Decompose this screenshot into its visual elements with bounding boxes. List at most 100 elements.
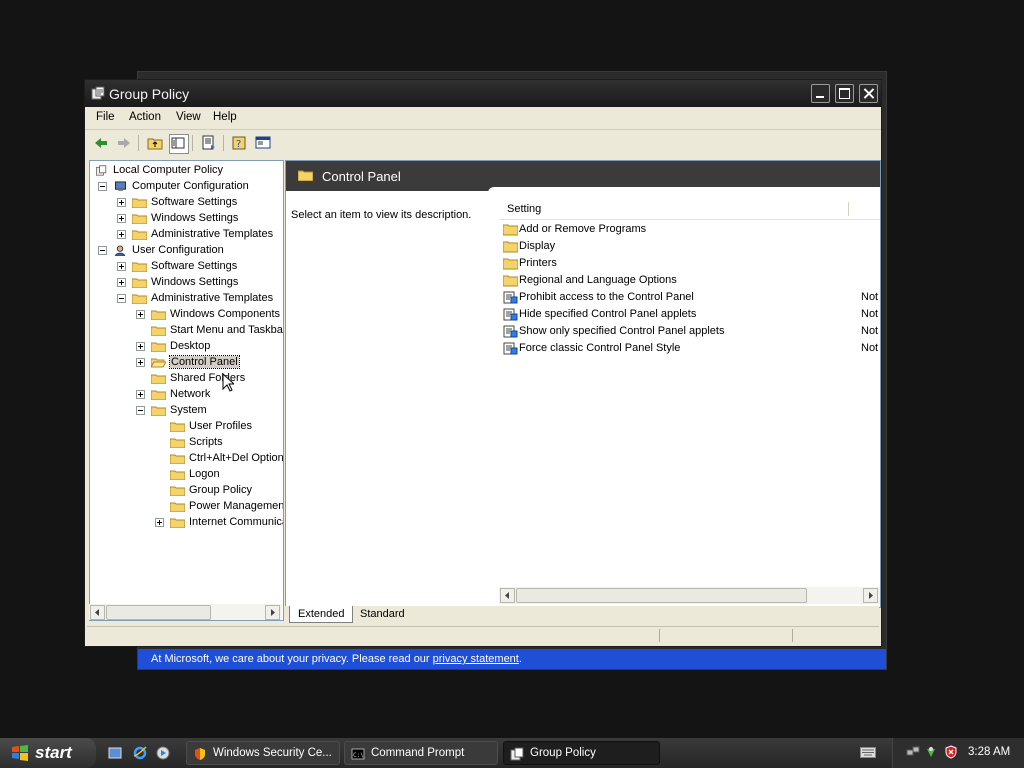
column-divider[interactable] bbox=[848, 202, 849, 216]
expand-icon[interactable] bbox=[136, 310, 145, 319]
settings-row-label: Hide specified Control Panel applets bbox=[519, 308, 697, 320]
tree-pane: Local Computer Policy Computer Configura… bbox=[89, 160, 284, 621]
list-area-corner bbox=[488, 187, 880, 197]
internet-explorer-icon[interactable] bbox=[132, 745, 148, 761]
export-list-icon[interactable] bbox=[200, 134, 218, 152]
settings-row-state: Not bbox=[861, 308, 879, 320]
start-button[interactable]: start bbox=[0, 738, 96, 768]
start-label: start bbox=[35, 743, 72, 762]
media-player-icon[interactable] bbox=[155, 745, 171, 761]
collapse-icon[interactable] bbox=[117, 294, 126, 303]
scroll-left-icon[interactable] bbox=[500, 588, 515, 603]
expand-icon[interactable] bbox=[117, 230, 126, 239]
scroll-thumb[interactable] bbox=[516, 588, 807, 603]
folder-icon bbox=[298, 170, 313, 181]
tree-label: Group Policy bbox=[189, 484, 252, 496]
folder-icon bbox=[151, 342, 166, 352]
open-folder-icon bbox=[151, 358, 166, 368]
back-arrow-icon[interactable] bbox=[92, 134, 110, 152]
menu-file[interactable]: File bbox=[96, 111, 115, 123]
settings-row-state: Not bbox=[861, 325, 879, 337]
task-label: Group Policy bbox=[530, 747, 596, 759]
task-windows-security-center[interactable]: Windows Security Ce... bbox=[186, 741, 340, 765]
expand-icon[interactable] bbox=[117, 198, 126, 207]
privacy-statement-link[interactable]: privacy statement bbox=[433, 653, 519, 665]
scroll-left-icon[interactable] bbox=[90, 605, 105, 620]
maximize-button[interactable] bbox=[835, 84, 854, 103]
tree-label: Logon bbox=[189, 468, 220, 480]
list-horizontal-scrollbar[interactable] bbox=[499, 587, 880, 604]
forward-arrow-icon[interactable] bbox=[115, 134, 133, 152]
settings-row-state: Not bbox=[861, 342, 879, 354]
task-group-policy[interactable]: Group Policy bbox=[503, 741, 660, 765]
view-tabs: Extended Standard bbox=[285, 606, 879, 624]
policy-setting-icon bbox=[503, 291, 518, 304]
tree-label: Administrative Templates bbox=[151, 228, 274, 240]
folder-icon bbox=[132, 262, 147, 272]
tree-label: Software Settings bbox=[151, 196, 238, 208]
wireless-tray-icon[interactable] bbox=[924, 745, 938, 759]
settings-row[interactable]: Prohibit access to the Control Panel Not bbox=[501, 289, 880, 306]
menu-action[interactable]: Action bbox=[129, 111, 161, 123]
expand-icon[interactable] bbox=[136, 342, 145, 351]
settings-row-label: Show only specified Control Panel applet… bbox=[519, 325, 725, 337]
tab-extended[interactable]: Extended bbox=[289, 606, 354, 623]
show-desktop-icon[interactable] bbox=[107, 745, 123, 761]
title-bar[interactable]: Group Policy bbox=[85, 80, 881, 107]
settings-row-label: Printers bbox=[519, 257, 557, 269]
expand-icon[interactable] bbox=[155, 518, 164, 527]
folder-icon bbox=[503, 241, 518, 253]
settings-row[interactable]: Show only specified Control Panel applet… bbox=[501, 323, 880, 340]
scroll-thumb[interactable] bbox=[106, 605, 211, 620]
collapse-icon[interactable] bbox=[98, 246, 107, 255]
close-button[interactable] bbox=[859, 84, 878, 103]
menu-view[interactable]: View bbox=[176, 111, 201, 123]
scroll-right-icon[interactable] bbox=[265, 605, 280, 620]
mouse-cursor-icon bbox=[222, 373, 234, 392]
tree-horizontal-scrollbar[interactable] bbox=[89, 604, 282, 620]
computer-icon bbox=[115, 181, 126, 192]
collapse-icon[interactable] bbox=[136, 406, 145, 415]
up-folder-icon[interactable] bbox=[146, 134, 164, 152]
tree-label: User Configuration bbox=[132, 244, 224, 256]
settings-row[interactable]: Printers bbox=[501, 255, 880, 272]
menu-help[interactable]: Help bbox=[213, 111, 237, 123]
tree-label: Network bbox=[170, 388, 211, 400]
tree-label: User Profiles bbox=[189, 420, 252, 432]
settings-row[interactable]: Display bbox=[501, 238, 880, 255]
description-text: Select an item to view its description. bbox=[291, 209, 472, 221]
expand-icon[interactable] bbox=[117, 214, 126, 223]
folder-icon bbox=[132, 278, 147, 288]
column-setting[interactable]: Setting bbox=[507, 203, 541, 215]
folder-icon bbox=[170, 502, 185, 512]
scroll-right-icon[interactable] bbox=[863, 588, 878, 603]
tree-label: Administrative Templates bbox=[151, 292, 274, 304]
minimize-button[interactable] bbox=[811, 84, 830, 103]
settings-row[interactable]: Regional and Language Options bbox=[501, 272, 880, 289]
keyboard-icon[interactable] bbox=[860, 747, 876, 758]
expand-icon[interactable] bbox=[136, 390, 145, 399]
settings-row[interactable]: Force classic Control Panel Style Not bbox=[501, 340, 880, 357]
tab-standard[interactable]: Standard bbox=[352, 606, 413, 622]
status-segment bbox=[659, 629, 660, 642]
privacy-text: At Microsoft, we care about your privacy… bbox=[151, 653, 433, 665]
user-icon bbox=[114, 245, 126, 256]
security-alert-icon[interactable] bbox=[944, 745, 958, 759]
toolbar: ? bbox=[85, 130, 881, 156]
settings-row[interactable]: Hide specified Control Panel applets Not bbox=[501, 306, 880, 323]
folder-icon bbox=[132, 198, 147, 208]
window-title: Group Policy bbox=[109, 86, 190, 102]
expand-icon[interactable] bbox=[136, 358, 145, 367]
task-command-prompt[interactable]: C:\ Command Prompt bbox=[344, 741, 498, 765]
network-tray-icon[interactable] bbox=[906, 745, 920, 759]
help-icon[interactable]: ? bbox=[231, 134, 249, 152]
expand-icon[interactable] bbox=[117, 278, 126, 287]
settings-row[interactable]: Add or Remove Programs bbox=[501, 221, 880, 238]
settings-row-label: Display bbox=[519, 240, 556, 252]
tree-label: Computer Configuration bbox=[132, 180, 249, 192]
properties-icon[interactable] bbox=[254, 134, 272, 152]
expand-icon[interactable] bbox=[117, 262, 126, 271]
collapse-icon[interactable] bbox=[98, 182, 107, 191]
taskbar: start Windows Security Ce... C:\ Command… bbox=[0, 738, 1024, 768]
show-hide-tree-icon[interactable] bbox=[169, 134, 189, 154]
